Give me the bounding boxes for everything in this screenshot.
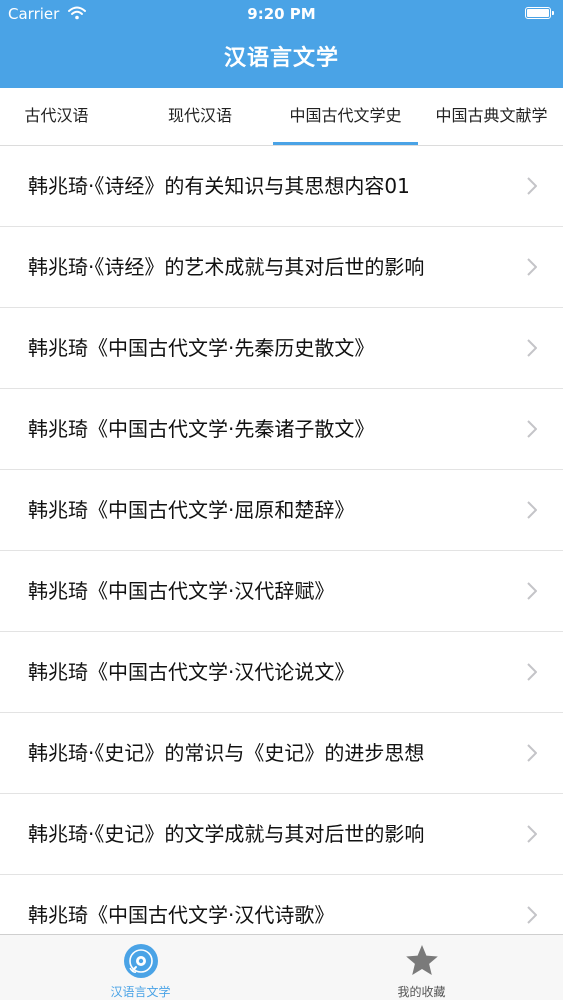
chevron-right-icon bbox=[527, 744, 537, 762]
list-item[interactable]: 韩兆琦·《史记》的常识与《史记》的进步思想 bbox=[0, 713, 563, 794]
tabbar-item-literature[interactable]: 汉语言文学 bbox=[0, 935, 281, 1001]
list-item[interactable]: 韩兆琦·《诗经》的艺术成就与其对后世的影响 bbox=[0, 227, 563, 308]
battery-icon bbox=[525, 7, 554, 19]
list-item-label: 韩兆琦《中国古代文学·先秦历史散文》 bbox=[28, 336, 375, 360]
list-item-label: 韩兆琦·《史记》的常识与《史记》的进步思想 bbox=[28, 741, 425, 765]
list-item-label: 韩兆琦·《诗经》的艺术成就与其对后世的影响 bbox=[28, 255, 425, 279]
list-item-label: 韩兆琦《中国古代文学·汉代论说文》 bbox=[28, 660, 355, 684]
list-item[interactable]: 韩兆琦《中国古代文学·汉代辞赋》 bbox=[0, 551, 563, 632]
star-icon bbox=[406, 945, 438, 975]
page-title: 汉语言文学 bbox=[223, 46, 339, 71]
list-item-label: 韩兆琦·《史记》的文学成就与其对后世的影响 bbox=[28, 822, 425, 846]
tab-modern-chinese[interactable]: 现代汉语 bbox=[130, 88, 270, 145]
tab-classical-philology[interactable]: 中国古典文献学 bbox=[420, 88, 563, 145]
status-bar: Carrier 9:20 PM bbox=[0, 0, 563, 30]
chevron-right-icon bbox=[527, 177, 537, 195]
list-item-label: 韩兆琦《中国古代文学·先秦诸子散文》 bbox=[28, 417, 375, 441]
tabbar-label: 汉语言文学 bbox=[110, 985, 171, 999]
chevron-right-icon bbox=[527, 339, 537, 357]
chevron-right-icon bbox=[527, 582, 537, 600]
chevron-right-icon bbox=[527, 420, 537, 438]
lecture-list[interactable]: 韩兆琦·《诗经》的有关知识与其思想内容01 韩兆琦·《诗经》的艺术成就与其对后世… bbox=[0, 146, 563, 934]
list-item[interactable]: 韩兆琦《中国古代文学·先秦诸子散文》 bbox=[0, 389, 563, 470]
tab-selected-indicator bbox=[273, 142, 418, 145]
battery-fill bbox=[527, 9, 549, 17]
chevron-right-icon bbox=[527, 258, 537, 276]
chevron-right-icon bbox=[527, 663, 537, 681]
list-item[interactable]: 韩兆琦《中国古代文学·汉代诗歌》 bbox=[0, 875, 563, 934]
tabbar-label: 我的收藏 bbox=[397, 985, 446, 999]
list-item-label: 韩兆琦·《诗经》的有关知识与其思想内容01 bbox=[28, 174, 410, 198]
header: Carrier 9:20 PM 汉语言文学 bbox=[0, 0, 563, 88]
list-item[interactable]: 韩兆琦《中国古代文学·先秦历史散文》 bbox=[0, 308, 563, 389]
bottom-tab-bar: 汉语言文学 我的收藏 bbox=[0, 934, 563, 1000]
list-item[interactable]: 韩兆琦《中国古代文学·屈原和楚辞》 bbox=[0, 470, 563, 551]
chevron-right-icon bbox=[527, 906, 537, 924]
status-time: 9:20 PM bbox=[247, 5, 316, 23]
list-item-label: 韩兆琦《中国古代文学·汉代辞赋》 bbox=[28, 579, 335, 603]
list-item[interactable]: 韩兆琦《中国古代文学·汉代论说文》 bbox=[0, 632, 563, 713]
chevron-right-icon bbox=[527, 501, 537, 519]
list-item[interactable]: 韩兆琦·《史记》的文学成就与其对后世的影响 bbox=[0, 794, 563, 875]
disc-icon bbox=[124, 944, 158, 978]
list-item-label: 韩兆琦《中国古代文学·屈原和楚辞》 bbox=[28, 498, 355, 522]
tab-ancient-literature-history[interactable]: 中国古代文学史 bbox=[273, 88, 418, 145]
tab-ancient-chinese[interactable]: 古代汉语 bbox=[0, 88, 113, 145]
list-item[interactable]: 韩兆琦·《诗经》的有关知识与其思想内容01 bbox=[0, 146, 563, 227]
list-item-label: 韩兆琦《中国古代文学·汉代诗歌》 bbox=[28, 903, 335, 927]
category-tabs: 古代汉语 现代汉语 中国古代文学史 中国古典文献学 bbox=[0, 88, 563, 146]
chevron-right-icon bbox=[527, 825, 537, 843]
tabbar-item-favorites[interactable]: 我的收藏 bbox=[281, 935, 562, 1001]
